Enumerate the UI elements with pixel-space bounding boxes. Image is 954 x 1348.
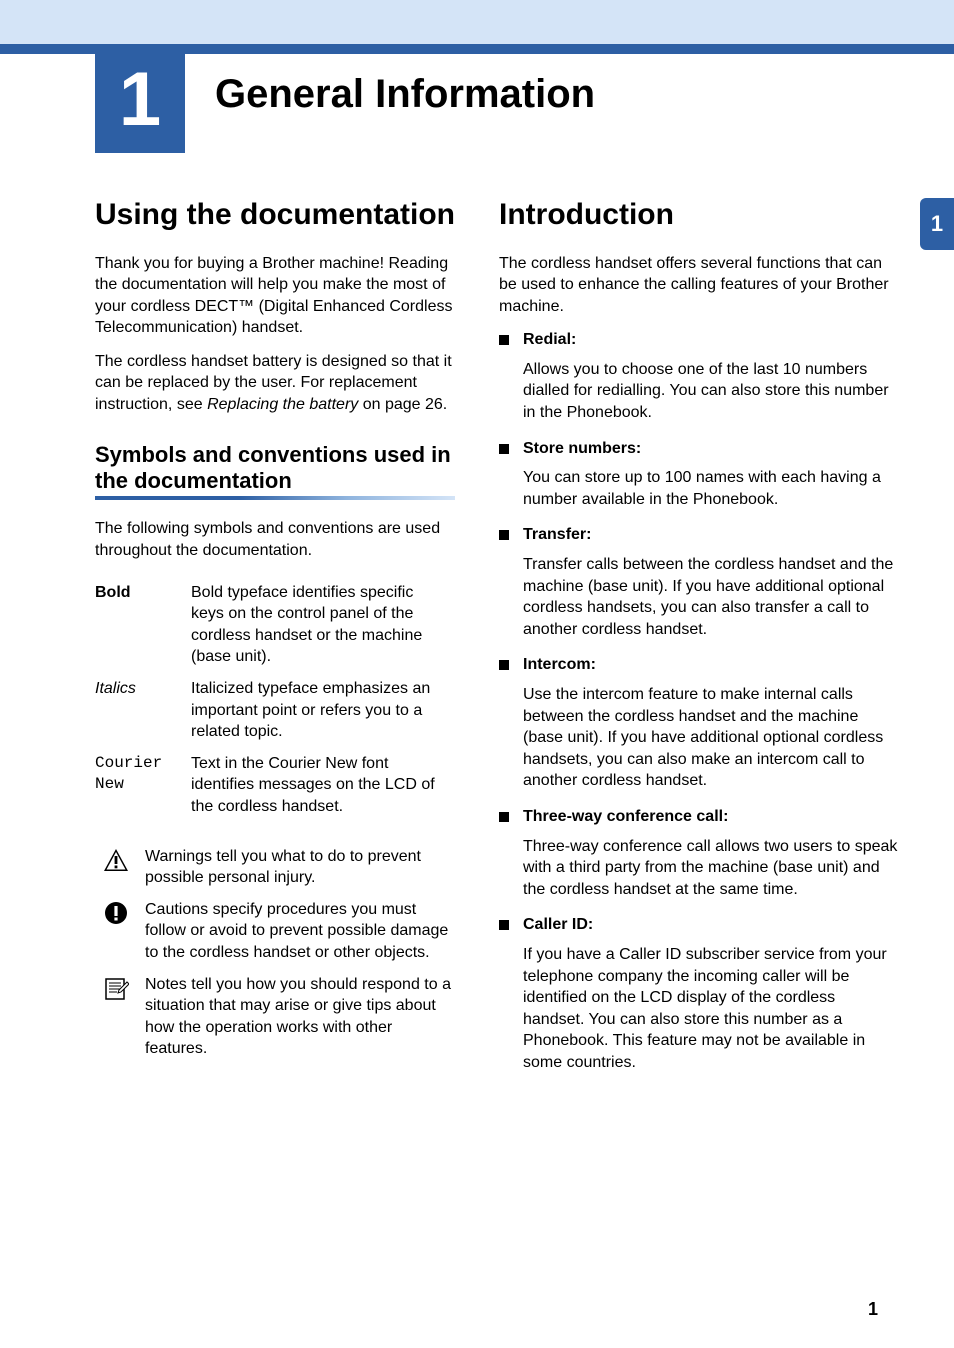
- feature-title: Intercom:: [523, 654, 899, 676]
- icon-row-note: Notes tell you how you should respond to…: [95, 974, 455, 1060]
- typographic-conventions-table: Bold Bold typeface identifies specific k…: [95, 574, 455, 826]
- note-icon: [101, 974, 131, 1060]
- chapter-number: 1: [119, 56, 161, 143]
- feature-description: You can store up to 100 names with each …: [523, 465, 899, 510]
- list-item: Intercom: Use the intercom feature to ma…: [499, 654, 899, 792]
- intro-paragraph-1: Thank you for buying a Brother machine! …: [95, 253, 455, 339]
- table-row: Bold Bold typeface identifies specific k…: [95, 580, 455, 670]
- section-heading-introduction: Introduction: [499, 198, 899, 233]
- feature-description: If you have a Caller ID subscriber servi…: [523, 942, 899, 1074]
- icon-row-caution: Cautions specify procedures you must fol…: [95, 899, 455, 964]
- feature-description: Three-way conference call allows two use…: [523, 834, 899, 901]
- convention-desc-italics: Italicized typeface emphasizes an import…: [191, 676, 455, 745]
- table-row: Courier New Text in the Courier New font…: [95, 751, 455, 820]
- feature-title: Caller ID:: [523, 914, 899, 936]
- convention-label-italics: Italics: [95, 676, 191, 745]
- safety-icon-list: Warnings tell you what to do to prevent …: [95, 846, 455, 1060]
- intro-paragraph-2: The cordless handset battery is designed…: [95, 351, 455, 416]
- list-item: Caller ID: If you have a Caller ID subsc…: [499, 914, 899, 1073]
- feature-title: Redial:: [523, 329, 899, 351]
- subsection-heading-symbols: Symbols and conventions used in the docu…: [95, 442, 455, 495]
- feature-title: Transfer:: [523, 524, 899, 546]
- section-heading-using-documentation: Using the documentation: [95, 198, 455, 233]
- caution-icon: [101, 899, 131, 964]
- feature-title: Store numbers:: [523, 438, 899, 460]
- intro2-text-b: on page 26.: [358, 396, 447, 413]
- icon-row-warning: Warnings tell you what to do to prevent …: [95, 846, 455, 889]
- feature-description: Transfer calls between the cordless hand…: [523, 552, 899, 640]
- feature-description: Use the intercom feature to make interna…: [523, 682, 899, 792]
- left-column: Using the documentation Thank you for bu…: [95, 198, 455, 1088]
- feature-title: Three-way conference call:: [523, 806, 899, 828]
- chapter-number-box: 1: [95, 45, 185, 153]
- warning-icon: [101, 846, 131, 889]
- warning-description: Warnings tell you what to do to prevent …: [145, 846, 455, 889]
- chapter-title: General Information: [215, 72, 595, 117]
- caution-description: Cautions specify procedures you must fol…: [145, 899, 455, 964]
- list-item: Three-way conference call: Three-way con…: [499, 806, 899, 900]
- feature-description: Allows you to choose one of the last 10 …: [523, 357, 899, 424]
- content-columns: Using the documentation Thank you for bu…: [95, 198, 879, 1088]
- list-item: Redial: Allows you to choose one of the …: [499, 329, 899, 423]
- convention-desc-courier: Text in the Courier New font identifies …: [191, 751, 455, 820]
- list-item: Transfer: Transfer calls between the cor…: [499, 524, 899, 640]
- note-description: Notes tell you how you should respond to…: [145, 974, 455, 1060]
- convention-label-bold: Bold: [95, 580, 191, 670]
- side-tab: 1: [920, 198, 954, 250]
- page-number: 1: [868, 1299, 878, 1320]
- table-row: Italics Italicized typeface emphasizes a…: [95, 676, 455, 745]
- introduction-paragraph: The cordless handset offers several func…: [499, 253, 899, 318]
- convention-desc-bold: Bold typeface identifies specific keys o…: [191, 580, 455, 670]
- feature-list: Redial: Allows you to choose one of the …: [499, 329, 899, 1073]
- right-column: Introduction The cordless handset offers…: [499, 198, 899, 1088]
- subsection-intro: The following symbols and conventions ar…: [95, 518, 455, 561]
- list-item: Store numbers: You can store up to 100 n…: [499, 438, 899, 511]
- intro2-cross-reference: Replacing the battery: [207, 396, 358, 413]
- header-band: [0, 0, 954, 44]
- heading-underline: [95, 496, 455, 500]
- convention-label-courier: Courier New: [95, 751, 191, 820]
- side-tab-label: 1: [931, 211, 943, 237]
